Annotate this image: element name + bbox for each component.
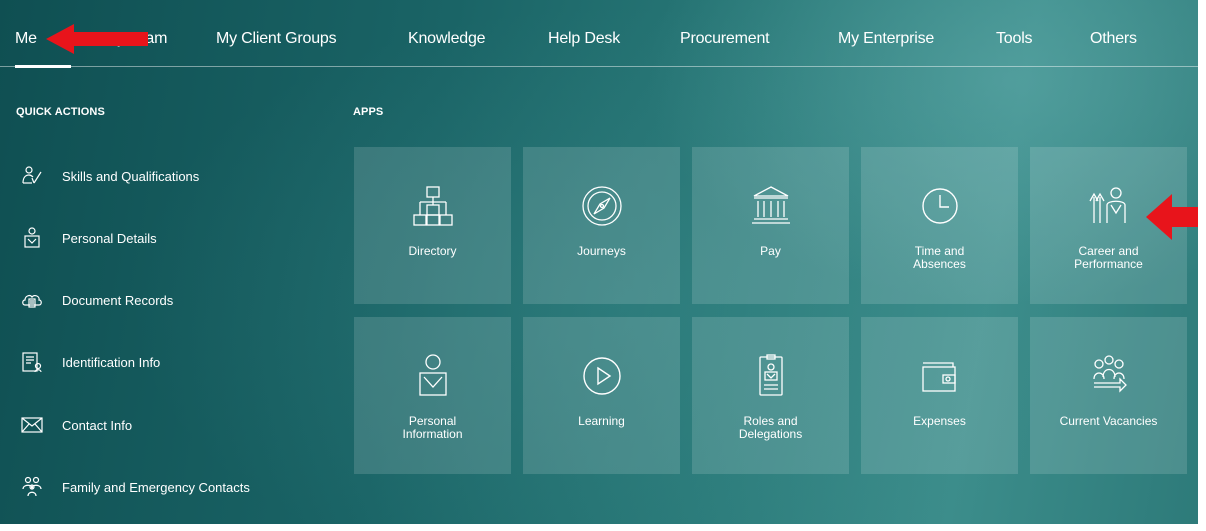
quick-action-identification-info[interactable]: Identification Info [20,348,160,376]
app-tile-label: Career and Performance [1074,244,1143,271]
app-tile-pay[interactable]: Pay [692,147,849,304]
quick-action-label: Skills and Qualifications [62,168,200,184]
app-tile-label: Learning [578,414,625,428]
quick-actions-title: QUICK ACTIONS [16,106,105,118]
skills-icon [20,164,44,188]
quick-action-personal-details[interactable]: Personal Details [20,224,157,252]
nav-tab-help-desk[interactable]: Help Desk [548,30,620,48]
app-tile-label: Time and Absences [913,244,966,271]
org-chart-icon [410,183,456,229]
nav-divider [0,66,1198,67]
nav-tab-knowledge[interactable]: Knowledge [408,30,486,48]
app-tile-label: Journeys [577,244,626,258]
nav-tab-my-enterprise[interactable]: My Enterprise [838,30,934,48]
page-edge-bottom [0,524,1206,531]
app-tile-expenses[interactable]: Expenses [861,317,1018,474]
app-tile-learning[interactable]: Learning [523,317,680,474]
app-tile-roles-and-delegations[interactable]: Roles and Delegations [692,317,849,474]
quick-action-skills-and-qualifications[interactable]: Skills and Qualifications [20,162,199,190]
document-cloud-icon [20,288,44,312]
play-icon [579,353,625,399]
arrow-pointing-to-me-tab [46,24,148,54]
nav-active-indicator [15,65,71,68]
vacancies-icon [1086,353,1132,399]
quick-action-contact-info[interactable]: Contact Info [20,411,132,439]
quick-action-document-records[interactable]: Document Records [20,286,173,314]
app-tile-current-vacancies[interactable]: Current Vacancies [1030,317,1187,474]
app-tile-journeys[interactable]: Journeys [523,147,680,304]
id-card-icon [20,350,44,374]
app-tile-label: Roles and Delegations [738,414,803,441]
page-edge-right [1198,0,1206,531]
career-icon [1086,183,1132,229]
family-icon [20,475,44,499]
app-tile-time-and-absences[interactable]: Time and Absences [861,147,1018,304]
app-tile-label: Personal Information [402,414,463,441]
quick-action-label: Personal Details [62,230,157,246]
wallet-icon [917,353,963,399]
quick-action-label: Document Records [62,292,174,308]
nav-tab-my-client-groups[interactable]: My Client Groups [216,30,337,48]
compass-icon [579,183,625,229]
quick-action-label: Contact Info [62,417,133,433]
arrow-pointing-to-career-tile [1146,194,1206,240]
quick-action-label: Identification Info [62,354,161,370]
badge-icon [748,353,794,399]
nav-tab-procurement[interactable]: Procurement [680,30,770,48]
quick-action-label: Family and Emergency Contacts [62,479,250,495]
app-tile-label: Directory [408,244,457,258]
app-tile-label: Current Vacancies [1059,414,1158,428]
apps-title: APPS [353,106,384,118]
nav-tab-tools[interactable]: Tools [996,30,1033,48]
clock-icon [917,183,963,229]
person-icon [410,353,456,399]
app-tile-personal-information[interactable]: Personal Information [354,317,511,474]
top-navigation: Me My Team My Client Groups Knowledge He… [0,0,1198,68]
app-tile-label: Pay [760,244,781,258]
app-tile-directory[interactable]: Directory [354,147,511,304]
bank-icon [748,183,794,229]
quick-action-family-and-emergency-contacts[interactable]: Family and Emergency Contacts [20,473,250,501]
nav-tab-others[interactable]: Others [1090,30,1137,48]
person-card-icon [20,226,44,250]
app-tile-label: Expenses [913,414,966,428]
envelope-icon [20,413,44,437]
page-background: Me My Team My Client Groups Knowledge He… [0,0,1206,531]
nav-tab-me[interactable]: Me [15,30,37,48]
